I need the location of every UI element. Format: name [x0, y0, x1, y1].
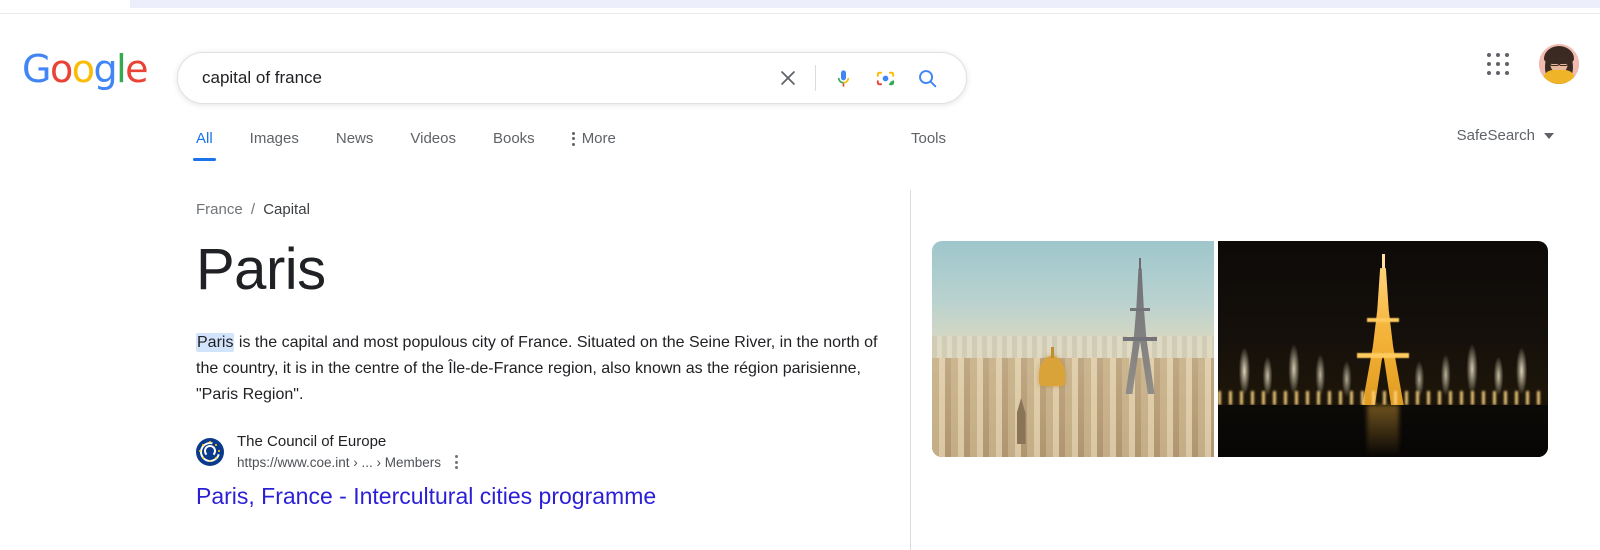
- tab-books[interactable]: Books: [493, 124, 535, 161]
- search-nav: All Images News Videos Books More Tools …: [0, 124, 1600, 174]
- search-box-divider: [815, 65, 816, 91]
- council-of-europe-favicon: [196, 437, 224, 466]
- chevron-down-icon: [1544, 132, 1554, 139]
- logo-letter: e: [125, 47, 148, 91]
- image-panel: [932, 241, 1548, 457]
- content-panel-divider: [910, 190, 911, 550]
- apps-grid-icon[interactable]: [1484, 50, 1512, 78]
- trocadero-fountains: [1218, 301, 1548, 401]
- tab-images[interactable]: Images: [250, 124, 299, 161]
- eiffel-tower-day: [1114, 258, 1166, 395]
- source-attribution[interactable]: The Council of Europe https://www.coe.in…: [196, 432, 896, 471]
- tab-label: Images: [249, 130, 299, 147]
- avatar-glasses: [1550, 58, 1568, 66]
- top-cutoff-bar: [130, 0, 1600, 8]
- microphone-icon[interactable]: [822, 57, 864, 99]
- safesearch-label: SafeSearch: [1456, 127, 1535, 144]
- search-icon[interactable]: [906, 57, 948, 99]
- source-name: The Council of Europe: [237, 433, 387, 450]
- answer-description: Paris is the capital and most populous c…: [196, 330, 886, 408]
- google-search-results-page: Google capital of france All Images News…: [0, 0, 1600, 550]
- result-title-link[interactable]: Paris, France - Intercultural cities pro…: [196, 481, 656, 511]
- search-box-actions: [767, 57, 966, 99]
- search-box[interactable]: [177, 52, 967, 104]
- avatar-clothing: [1543, 70, 1575, 84]
- tab-news[interactable]: News: [336, 124, 374, 161]
- safesearch-dropdown[interactable]: SafeSearch: [1457, 127, 1554, 144]
- logo-letter: o: [71, 47, 95, 91]
- tab-label: Videos: [410, 130, 456, 147]
- logo-letter: G: [22, 47, 51, 91]
- vertical-dots-icon[interactable]: [453, 453, 460, 471]
- featured-snippet: France / Capital Paris Paris is the capi…: [196, 200, 896, 511]
- source-url: https://www.coe.int › ... › Members: [237, 454, 442, 470]
- paris-rooftops: [932, 357, 1214, 457]
- tab-videos[interactable]: Videos: [410, 124, 456, 161]
- google-lens-camera-icon[interactable]: [864, 57, 906, 99]
- tab-label: More: [581, 130, 616, 147]
- search-header: Google capital of france All Images News…: [0, 14, 1600, 161]
- nav-tabs: All Images News Videos Books More: [193, 124, 653, 161]
- tab-label: All: [196, 130, 213, 147]
- vertical-dots-icon: [571, 131, 575, 146]
- tab-label: News: [335, 130, 374, 147]
- avatar[interactable]: [1539, 44, 1579, 84]
- highlighted-term: Paris: [196, 333, 235, 352]
- close-icon[interactable]: [767, 57, 809, 99]
- page-title: Paris: [196, 237, 326, 302]
- breadcrumb: France / Capital: [196, 200, 896, 220]
- source-url-row: https://www.coe.int › ... › Members: [237, 453, 460, 471]
- tab-label: Books: [492, 130, 535, 147]
- breadcrumb-separator: /: [250, 201, 256, 218]
- ground-lights: [1218, 391, 1548, 406]
- tools-button[interactable]: Tools: [911, 130, 946, 147]
- tower-reflection: [1367, 405, 1399, 457]
- tab-all[interactable]: All: [193, 124, 216, 161]
- breadcrumb-current: Capital: [263, 201, 310, 218]
- google-logo[interactable]: Google: [22, 47, 149, 91]
- tab-more[interactable]: More: [571, 124, 616, 161]
- breadcrumb-parent: France: [196, 201, 243, 218]
- description-text: is the capital and most populous city of…: [196, 334, 878, 403]
- search-input[interactable]: [178, 63, 767, 93]
- logo-letter: g: [93, 47, 117, 91]
- source-meta: The Council of Europe https://www.coe.in…: [237, 432, 460, 471]
- thumbnail-eiffel-night[interactable]: [1218, 241, 1548, 457]
- logo-letter: l: [116, 47, 127, 91]
- thumbnail-paris-daytime[interactable]: [932, 241, 1214, 457]
- logo-letter: o: [49, 47, 73, 91]
